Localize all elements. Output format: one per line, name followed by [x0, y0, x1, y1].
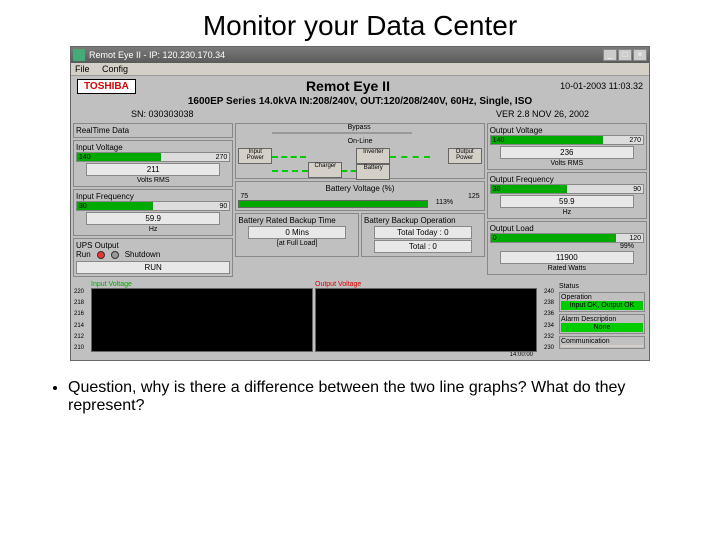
bypass-label: Bypass — [348, 124, 371, 131]
input-freq-label: Input Frequency — [76, 192, 230, 201]
batt-op-today: Total Today : 0 — [374, 226, 472, 239]
output-power-box: Output Power — [448, 148, 482, 164]
batt-rated-note: [at Full Load] — [238, 240, 356, 247]
output-load-bar: 0 120 — [490, 233, 644, 243]
input-power-box: Input Power — [238, 148, 272, 164]
close-button[interactable]: × — [633, 49, 647, 61]
slide-title: Monitor your Data Center — [0, 0, 720, 46]
realtime-label: RealTime Data — [76, 126, 230, 135]
output-load-label: Output Load — [490, 224, 644, 233]
status-operation-value: Input OK, Output OK — [561, 301, 643, 310]
output-voltage-bar: 140 270 — [490, 135, 644, 145]
bullet-text: Question, why is there a difference betw… — [68, 379, 672, 415]
input-voltage-bar: 140 270 — [76, 152, 230, 162]
shutdown-label: Shutdown — [125, 250, 161, 259]
batt-voltage-label: Battery Voltage (%) — [238, 184, 481, 193]
status-operation-label: Operation — [561, 294, 643, 301]
batt-voltage-pct: 113% — [436, 199, 453, 206]
window-title: Remot Eye II - IP: 120.230.170.34 — [89, 50, 603, 60]
logo: TOSHIBA — [77, 79, 136, 94]
graph-input-yticks: 220218216214212210 — [74, 289, 84, 351]
ups-output-label: UPS Output — [76, 241, 230, 250]
input-freq-bar: 30 90 — [76, 201, 230, 211]
batt-op-total: Total : 0 — [374, 240, 472, 253]
slide-bullet: Question, why is there a difference betw… — [0, 361, 720, 433]
batt-rated-label: Battery Rated Backup Time — [238, 216, 356, 225]
ups-status-value: RUN — [76, 261, 230, 274]
power-flow-diagram: Bypass On-Line Input Power Charger Inver… — [235, 123, 484, 179]
menu-file[interactable]: File — [75, 64, 90, 74]
charger-box: Charger — [308, 162, 342, 178]
model-line: 1600EP Series 14.0kVA IN:208/240V, OUT:1… — [71, 96, 649, 109]
graph-output-title: Output Voltage — [315, 281, 537, 288]
graph-input-canvas: 220218216214212210 — [91, 288, 313, 352]
maximize-button[interactable]: □ — [618, 49, 632, 61]
input-voltage-value: 211 — [86, 163, 220, 176]
batt-voltage-bar: 113% — [238, 200, 428, 208]
status-alarm-label: Alarm Description — [561, 316, 643, 323]
run-led-icon — [97, 251, 105, 259]
graph-input-title: Input Voltage — [91, 281, 313, 288]
status-label: Status — [559, 283, 645, 290]
output-voltage-units: Volts RMS — [490, 160, 644, 167]
app-icon — [73, 49, 85, 61]
graph-output-canvas: 240238236234232230 — [315, 288, 537, 352]
app-title: Remot Eye II — [136, 78, 560, 94]
output-load-pct: 99% — [490, 243, 644, 250]
batt-op-label: Battery Backup Operation — [364, 216, 482, 225]
input-freq-units: Hz — [76, 226, 230, 233]
status-comm-value — [561, 345, 643, 347]
version: VER 2.8 NOV 26, 2002 — [496, 109, 589, 119]
timestamp: 10-01-2003 11:03.32 — [560, 81, 643, 91]
batt-rated-value: 0 Mins — [248, 226, 346, 239]
menu-config[interactable]: Config — [102, 64, 128, 74]
menubar: File Config — [71, 63, 649, 76]
online-label: On-Line — [348, 138, 373, 145]
status-alarm-value: None — [561, 323, 643, 332]
graph-output-yticks: 240238236234232230 — [544, 289, 554, 351]
input-freq-value: 59.9 — [86, 212, 220, 225]
output-freq-value: 59.9 — [500, 195, 634, 208]
graph-xtime: 14:00:00 — [315, 352, 537, 358]
inverter-box: Inverter — [356, 148, 390, 164]
input-voltage-label: Input Voltage — [76, 143, 230, 152]
input-voltage-units: Volts RMS — [76, 177, 230, 184]
realtime-panel: RealTime Data — [73, 123, 233, 138]
output-freq-units: Hz — [490, 209, 644, 216]
output-freq-label: Output Frequency — [490, 175, 644, 184]
minimize-button[interactable]: _ — [603, 49, 617, 61]
output-freq-bar: 30 90 — [490, 184, 644, 194]
output-voltage-label: Output Voltage — [490, 126, 644, 135]
battery-box: Battery — [356, 164, 390, 180]
shutdown-led-icon — [111, 251, 119, 259]
run-label: Run — [76, 250, 91, 259]
serial-number: SN: 030303038 — [131, 109, 194, 119]
output-load-watts: 11900 — [500, 251, 634, 264]
status-panel: Status Operation Input OK, Output OK Ala… — [557, 281, 647, 358]
titlebar: Remot Eye II - IP: 120.230.170.34 _ □ × — [71, 47, 649, 63]
app-window: Remot Eye II - IP: 120.230.170.34 _ □ × … — [70, 46, 650, 361]
output-load-watts-label: Rated Watts — [490, 265, 644, 272]
output-voltage-value: 236 — [500, 146, 634, 159]
status-comm-label: Communication — [561, 338, 643, 345]
